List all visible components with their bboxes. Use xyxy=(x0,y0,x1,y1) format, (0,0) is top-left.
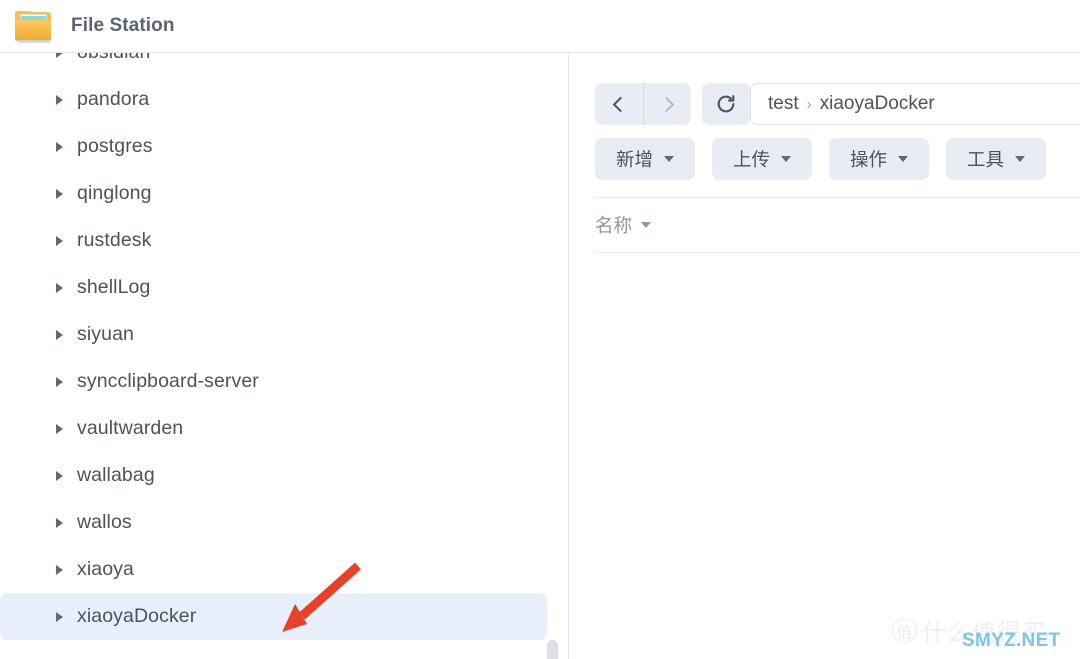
refresh-button[interactable] xyxy=(702,83,750,125)
folder-tree-item-label: syncclipboard-server xyxy=(77,370,259,392)
breadcrumb-path-field[interactable]: test › xiaoyaDocker xyxy=(750,83,1080,125)
toolbar-button-label: 工具 xyxy=(967,149,1005,170)
triangle-right-icon[interactable] xyxy=(56,611,63,622)
page-title: File Station xyxy=(71,15,175,36)
toolbar-button[interactable]: 工具 xyxy=(946,138,1047,180)
triangle-right-icon[interactable] xyxy=(56,564,63,575)
folder-tree-item[interactable]: wallos xyxy=(0,499,547,546)
folder-icon xyxy=(11,7,55,45)
caret-down-icon xyxy=(1015,156,1026,162)
column-header-label: 名称 xyxy=(595,215,633,236)
triangle-right-icon[interactable] xyxy=(56,188,63,199)
triangle-right-icon[interactable] xyxy=(56,53,63,58)
folder-tree-list: obsidian pandora postgres qinglong rustdesk s… xyxy=(0,53,568,640)
toolbar-button-label: 操作 xyxy=(850,149,888,170)
caret-down-icon xyxy=(641,222,652,228)
folder-tree-item[interactable]: shellLog xyxy=(0,264,547,311)
folder-tree-item-label: shellLog xyxy=(77,276,151,298)
toolbar-button[interactable]: 新增 xyxy=(595,138,696,180)
triangle-right-icon[interactable] xyxy=(56,141,63,152)
folder-tree-item-label: qinglong xyxy=(77,182,152,204)
back-button[interactable] xyxy=(595,83,643,125)
folder-tree-item[interactable]: vaultwarden xyxy=(0,405,547,452)
folder-tree-item[interactable]: postgres xyxy=(0,123,547,170)
folder-tree-item-label: postgres xyxy=(77,135,153,157)
folder-tree-item-label: pandora xyxy=(77,88,150,110)
triangle-right-icon[interactable] xyxy=(56,423,63,434)
triangle-right-icon[interactable] xyxy=(56,94,63,105)
breadcrumb-segment-0[interactable]: test xyxy=(768,93,799,115)
caret-down-icon xyxy=(898,156,909,162)
toolbar-button-label: 新增 xyxy=(616,149,654,170)
folder-tree-sidebar: obsidian pandora postgres qinglong rustdesk s… xyxy=(0,53,568,659)
caret-down-icon xyxy=(664,156,675,162)
column-header-name[interactable]: 名称 xyxy=(595,197,1080,253)
sidebar-scrollbar-thumb[interactable] xyxy=(547,640,558,659)
triangle-right-icon[interactable] xyxy=(56,235,63,246)
main-body: obsidian pandora postgres qinglong rustdesk s… xyxy=(0,53,1080,659)
folder-tree-item[interactable]: xiaoyaDocker xyxy=(0,593,547,640)
navigation-bar xyxy=(595,83,750,125)
folder-tree-item[interactable]: xiaoya xyxy=(0,546,547,593)
triangle-right-icon[interactable] xyxy=(56,376,63,387)
nav-button-group xyxy=(595,83,691,125)
folder-tree-item[interactable]: pandora xyxy=(0,76,547,123)
folder-tree-item-label: obsidian xyxy=(77,53,150,64)
folder-tree-item-label: xiaoya xyxy=(77,558,134,580)
folder-tree-item-label: vaultwarden xyxy=(77,417,184,439)
refresh-icon xyxy=(717,95,735,113)
folder-tree-item-label: rustdesk xyxy=(77,229,152,251)
action-toolbar: 新增 上传 操作 工具 xyxy=(595,138,1047,180)
content-pane: test › xiaoyaDocker 新增 上传 操作 工具 名称 xyxy=(569,53,1080,659)
caret-down-icon xyxy=(781,156,792,162)
sidebar-scrollbar-track[interactable] xyxy=(548,53,558,659)
folder-tree-item[interactable]: obsidian xyxy=(0,53,547,76)
chevron-left-icon xyxy=(612,96,629,112)
folder-tree-item[interactable]: siyuan xyxy=(0,311,547,358)
app-header: File Station xyxy=(0,0,1080,53)
toolbar-button[interactable]: 操作 xyxy=(829,138,930,180)
toolbar-button[interactable]: 上传 xyxy=(712,138,813,180)
folder-tree-item-label: wallos xyxy=(77,511,132,533)
breadcrumb-segment-1[interactable]: xiaoyaDocker xyxy=(820,93,935,115)
triangle-right-icon[interactable] xyxy=(56,517,63,528)
folder-tree-item[interactable]: qinglong xyxy=(0,170,547,217)
folder-tree-item[interactable]: rustdesk xyxy=(0,217,547,264)
folder-tree-item[interactable]: wallabag xyxy=(0,452,547,499)
breadcrumb-separator-icon: › xyxy=(806,95,812,113)
folder-tree-item-label: siyuan xyxy=(77,323,134,345)
triangle-right-icon[interactable] xyxy=(56,470,63,481)
toolbar-button-label: 上传 xyxy=(733,149,771,170)
forward-button[interactable] xyxy=(643,83,691,125)
folder-tree-item[interactable]: syncclipboard-server xyxy=(0,358,547,405)
triangle-right-icon[interactable] xyxy=(56,329,63,340)
triangle-right-icon[interactable] xyxy=(56,282,63,293)
chevron-right-icon xyxy=(658,96,674,112)
folder-tree-item-label: xiaoyaDocker xyxy=(77,605,197,627)
folder-tree-item-label: wallabag xyxy=(77,464,155,486)
